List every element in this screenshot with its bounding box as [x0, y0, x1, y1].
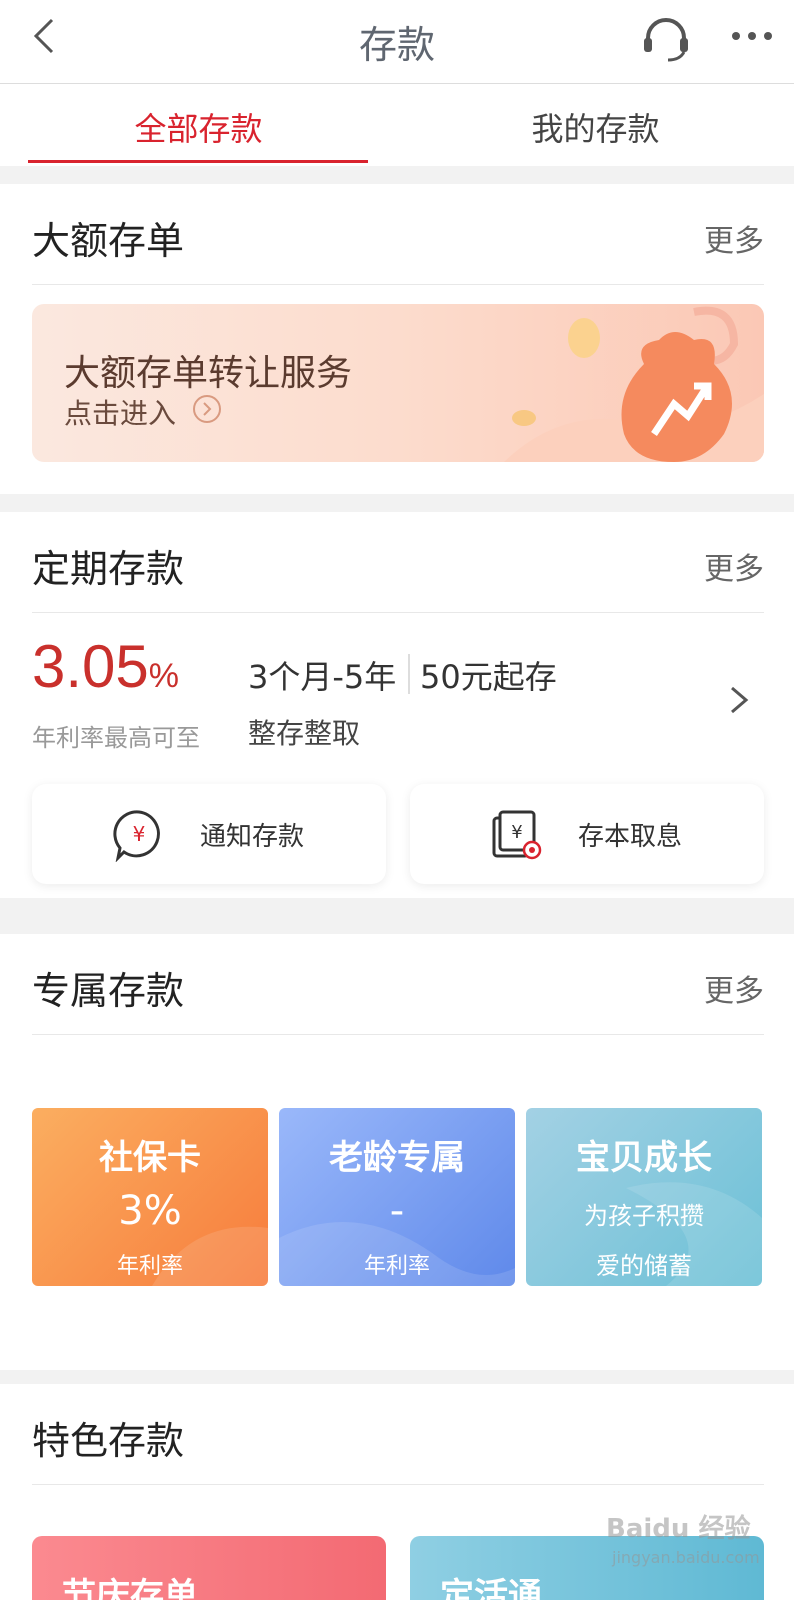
divider	[32, 1034, 764, 1035]
yen-document-icon: ¥	[492, 810, 542, 860]
rate-label: 年利率最高可至	[32, 724, 200, 752]
watermark-url: jingyan.baidu.com	[612, 1548, 760, 1567]
tab-bar: 全部存款 我的存款	[0, 84, 794, 166]
svg-text:¥: ¥	[133, 822, 146, 846]
sub-product-label: 存本取息	[578, 822, 683, 852]
card-title: 宝贝成长	[576, 1138, 712, 1178]
tab-my-deposits[interactable]: 我的存款	[397, 104, 794, 150]
section-title: 定期存款	[32, 547, 185, 591]
svg-text:¥: ¥	[511, 822, 522, 843]
card-tagline: 为孩子积攒	[584, 1202, 704, 1230]
notice-deposit-card[interactable]: ¥ 通知存款	[32, 784, 386, 884]
customer-service-icon[interactable]	[640, 14, 692, 62]
holiday-cd-card[interactable]: 节庆存单	[32, 1536, 386, 1600]
arrow-circle-icon	[193, 395, 221, 423]
card-title: 老龄专属	[329, 1138, 465, 1178]
section-title: 大额存单	[32, 219, 185, 263]
money-bag-illustration	[504, 306, 764, 462]
yen-chat-icon: ¥	[113, 810, 160, 862]
divider	[408, 654, 410, 694]
sub-product-label: 通知存款	[200, 822, 305, 852]
card-rate-label: 年利率	[363, 1254, 430, 1279]
min-amount: 50元起存	[420, 658, 557, 696]
divider	[32, 612, 764, 613]
card-rate: -	[389, 1188, 405, 1234]
more-options-icon[interactable]	[730, 26, 774, 46]
app-header: 存款	[0, 0, 794, 84]
card-title: 社保卡	[99, 1138, 201, 1178]
card-tagline: 爱的储蓄	[596, 1252, 692, 1280]
cd-transfer-banner[interactable]: 大额存单转让服务 点击进入	[32, 304, 764, 462]
tab-all-deposits[interactable]: 全部存款	[0, 104, 397, 150]
card-title: 定活通	[440, 1576, 542, 1600]
chevron-right-icon[interactable]	[726, 680, 752, 720]
divider	[32, 284, 764, 285]
flexible-fixed-card[interactable]: 定活通	[410, 1536, 764, 1600]
baby-growth-card[interactable]: 宝贝成长 为孩子积攒 爱的储蓄	[526, 1108, 762, 1286]
social-security-card[interactable]: 社保卡 3% 年利率	[32, 1108, 268, 1286]
term-range: 3个月-5年	[248, 658, 397, 696]
senior-exclusive-card[interactable]: 老龄专属 - 年利率	[279, 1108, 515, 1286]
large-cd-section: 大额存单 更多 大额存单转让服务 点击进入	[0, 184, 794, 494]
max-rate[interactable]: 3.05%	[32, 632, 179, 701]
divider	[32, 1484, 764, 1485]
fixed-deposit-section: 定期存款 更多 3.05% 年利率最高可至 3个月-5年 50元起存 整存整取 …	[0, 512, 794, 898]
watermark: Baidu 经验	[606, 1514, 751, 1544]
banner-subtitle: 点击进入	[64, 397, 177, 430]
principal-interest-card[interactable]: ¥ 存本取息	[410, 784, 764, 884]
active-tab-indicator	[28, 160, 368, 163]
section-title: 专属存款	[32, 969, 185, 1013]
section-title: 特色存款	[32, 1419, 185, 1463]
product-name: 整存整取	[248, 717, 361, 750]
rate-unit: %	[148, 657, 180, 695]
card-rate-label: 年利率	[116, 1254, 183, 1279]
rate-value: 3.05	[32, 633, 149, 700]
exclusive-deposit-section: 专属存款 更多 社保卡 3% 年利率 老龄专属 - 年利率 宝贝成长 为孩子积攒…	[0, 934, 794, 1370]
more-link[interactable]: 更多	[704, 216, 764, 260]
banner-title: 大额存单转让服务	[64, 353, 353, 394]
card-rate: 3%	[118, 1188, 182, 1234]
card-title: 节庆存单	[62, 1576, 198, 1600]
more-link[interactable]: 更多	[704, 544, 764, 588]
featured-deposit-section: 特色存款 节庆存单 定活通	[0, 1384, 794, 1600]
more-link[interactable]: 更多	[704, 966, 764, 1010]
